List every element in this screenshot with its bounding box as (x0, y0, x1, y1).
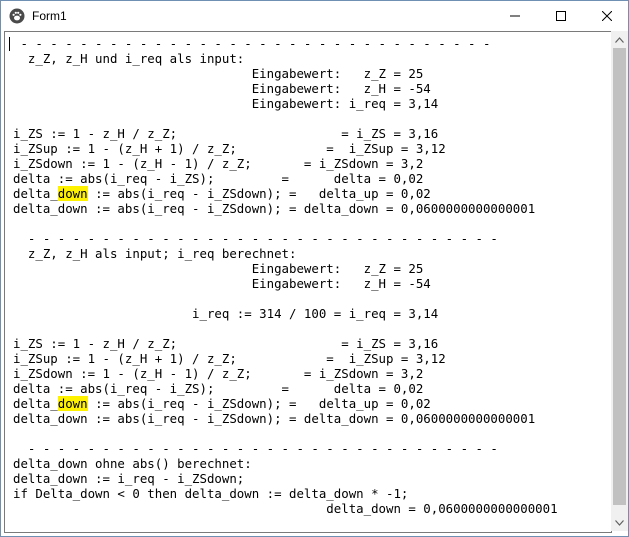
memo-line: - - - - - - - - - - - - - - - - - - - - … (13, 231, 506, 246)
memo-line: delta := abs(i_req - i_ZS); = delta = 0,… (13, 171, 424, 186)
scroll-track[interactable] (613, 48, 626, 514)
minimize-icon (510, 15, 520, 17)
title-bar[interactable]: Form1 (1, 1, 628, 31)
memo-line: delta_down := i_req - i_ZSdown; (13, 471, 245, 486)
close-button[interactable] (584, 1, 628, 31)
memo-line: delta_down := abs(i_req - i_ZSdown); = d… (13, 411, 536, 426)
main-window: Form1 - - - - - - - - - - - - - - - - - … (0, 0, 629, 537)
paw-icon (9, 8, 25, 24)
minimize-button[interactable] (492, 1, 538, 31)
memo-line: z_Z, z_H als input; i_req berechnet: (13, 246, 297, 261)
memo-text-area[interactable]: - - - - - - - - - - - - - - - - - - - - … (4, 31, 612, 533)
memo-line: delta_down ohne abs() berechnet: (13, 456, 252, 471)
memo-line: Eingabewert: z_Z = 25 (13, 261, 424, 276)
scroll-up-arrow-icon (615, 36, 624, 43)
scroll-down-button[interactable] (611, 514, 628, 531)
highlighted-text: down (57, 396, 88, 411)
memo-line: if Delta_down < 0 then delta_down := del… (13, 486, 409, 501)
memo-line: Eingabewert: z_Z = 25 (13, 66, 424, 81)
scroll-up-button[interactable] (611, 31, 628, 48)
close-icon (602, 11, 612, 21)
highlighted-text: down (57, 186, 88, 201)
memo-line: Eingabewert: z_H = -54 (13, 276, 431, 291)
memo-line: - - - - - - - - - - - - - - - - - - - - … (13, 36, 498, 51)
scroll-thumb[interactable] (613, 48, 626, 505)
memo-line: i_ZS := 1 - z_H / z_Z; = i_ZS = 3,16 (13, 336, 439, 351)
memo-line: i_ZSup := 1 - (z_H + 1) / z_Z; = i_ZSup … (13, 141, 446, 156)
memo-line: delta_down := abs(i_req - i_ZSdown); = d… (13, 186, 431, 201)
memo-line: z_Z, z_H und i_req als input: (13, 51, 245, 66)
memo-line: i_ZSdown := 1 - (z_H - 1) / z_Z; = i_ZSd… (13, 366, 424, 381)
memo-line: Eingabewert: z_H = -54 (13, 81, 431, 96)
maximize-button[interactable] (538, 1, 584, 31)
memo-line: Eingabewert: i_req = 3,14 (13, 96, 439, 111)
memo-line: delta := abs(i_req - i_ZS); = delta = 0,… (13, 381, 424, 396)
memo-line: - - - - - - - - - - - - - - - - - - - - … (13, 441, 506, 456)
memo-line: i_ZSup := 1 - (z_H + 1) / z_Z; = i_ZSup … (13, 351, 446, 366)
scroll-down-arrow-icon (615, 519, 624, 526)
window-title: Form1 (32, 9, 67, 23)
memo-line: i_ZSdown := 1 - (z_H - 1) / z_Z; = i_ZSd… (13, 156, 424, 171)
memo-line: delta_down = 0,0600000000000001 (13, 501, 558, 516)
memo-content: - - - - - - - - - - - - - - - - - - - - … (13, 36, 558, 516)
memo-line: delta_down := abs(i_req - i_ZSdown); = d… (13, 201, 536, 216)
memo-line: i_req := 314 / 100 = i_req = 3,14 (13, 306, 439, 321)
vertical-scrollbar[interactable] (611, 31, 628, 531)
maximize-icon (556, 11, 566, 21)
memo-line: i_ZS := 1 - z_H / z_Z; = i_ZS = 3,16 (13, 126, 439, 141)
memo-line: delta_down := abs(i_req - i_ZSdown); = d… (13, 396, 431, 411)
text-caret (9, 37, 10, 51)
